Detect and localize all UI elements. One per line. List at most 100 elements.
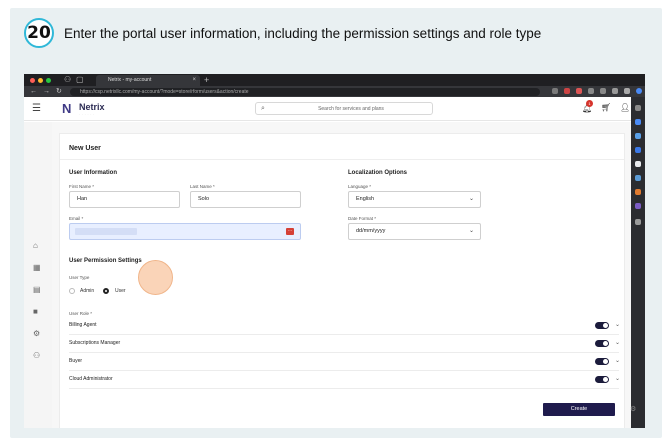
home-icon[interactable]: ⌂ [33,241,38,250]
admin-radio-label: Admin [80,288,95,294]
extension-icon[interactable] [600,88,606,94]
search-input[interactable] [276,103,426,114]
user-radio-label: User [115,288,126,294]
title-divider [60,159,624,160]
users-icon[interactable]: ⚇ [33,351,40,360]
side-extension-icon[interactable] [635,133,641,139]
browser-tab-bar: ⚇ ▢ Netrix - my-account × + [24,74,645,86]
extension-icon[interactable] [576,88,582,94]
bookmark-icon[interactable] [552,88,558,94]
role-toggle[interactable] [595,376,609,383]
user-role-label: User Role * [69,311,93,316]
cart-icon[interactable]: 🛒︎ [601,103,611,112]
settings-icon[interactable]: ⚙ [630,405,636,413]
autofill-icon[interactable]: ⋯ [286,228,294,235]
step-number: 20 [24,18,54,48]
tab-close-icon[interactable]: × [192,75,196,86]
user-type-label: User Type [69,275,90,280]
extension-icon[interactable] [588,88,594,94]
chevron-down-icon: ⌄ [468,196,474,202]
role-row: Buyer ⌄ [69,353,620,371]
back-icon[interactable]: ← [30,86,37,97]
url-field[interactable]: https://csp.netrixllc.com/my-account/?mo… [70,88,540,96]
new-tab-icon[interactable]: + [204,74,209,86]
menu-icon[interactable]: ☰ [32,103,41,115]
chrome-profile-icon[interactable] [636,88,642,94]
page-title: New User [69,145,101,152]
browser-tab[interactable]: Netrix - my-account × [96,75,200,86]
menu-dots-icon[interactable] [624,88,630,94]
user-radio[interactable] [103,288,109,294]
role-name: Billing Agent [69,322,97,328]
side-add-icon[interactable] [635,219,641,225]
language-label: Language * [348,184,372,189]
role-row: Cloud Administrator ⌄ [69,371,620,389]
first-name-label: First Name * [69,184,95,189]
date-format-label: Date Format * [348,216,377,221]
profile-icon[interactable]: ⚇ [64,75,71,85]
step-header: 20 Enter the portal user information, in… [24,18,541,48]
role-row: Billing Agent ⌄ [69,317,620,335]
role-toggle[interactable] [595,322,609,329]
side-extension-icon[interactable] [635,175,641,181]
side-extension-icon[interactable] [635,119,641,125]
settings-icon[interactable]: ⚙ [33,329,40,338]
browser-window: ⚇ ▢ Netrix - my-account × + ← → ↻ https:… [24,74,645,428]
email-field[interactable]: ⋯ [69,223,301,240]
email-redacted [75,228,137,235]
role-name: Subscriptions Manager [69,340,121,346]
first-name-field[interactable]: Han [69,191,180,208]
reload-icon[interactable]: ↻ [56,86,62,97]
side-extension-icon[interactable] [635,189,641,195]
tab-search-icon[interactable]: ▢ [76,75,84,85]
netrix-logo-icon: N [62,101,72,116]
side-extension-icon[interactable] [635,161,641,167]
search-box[interactable]: ⌕ [255,102,433,115]
chevron-down-icon: ⌄ [468,228,474,234]
create-button[interactable]: Create [543,403,615,416]
click-indicator [138,260,173,295]
role-toggle[interactable] [595,358,609,365]
role-name: Cloud Administrator [69,376,113,382]
notification-badge: 1 [586,100,593,107]
browser-address-bar: ← → ↻ https://csp.netrixllc.com/my-accou… [24,86,645,97]
brand-tagline: · · · · · · [79,112,95,116]
language-select[interactable]: English ⌄ [348,191,481,208]
date-format-select[interactable]: dd/mm/yyyy ⌄ [348,223,481,240]
side-search-icon[interactable] [635,105,641,111]
minimize-window-icon[interactable] [38,78,43,83]
chevron-down-icon[interactable]: ⌄ [615,339,620,346]
side-extension-icon[interactable] [635,147,641,153]
maximize-window-icon[interactable] [46,78,51,83]
forward-icon[interactable]: → [43,86,50,97]
localization-heading: Localization Options [348,170,408,176]
side-extension-icon[interactable] [635,203,641,209]
chevron-down-icon[interactable]: ⌄ [615,375,620,382]
tab-title: Netrix - my-account [108,77,152,83]
chevron-down-icon[interactable]: ⌄ [615,357,620,364]
grid-icon[interactable]: ▦ [33,263,41,272]
browser-side-panel [631,97,645,428]
briefcase-icon[interactable]: ■ [33,307,38,316]
step-instruction: Enter the portal user information, inclu… [64,25,542,41]
role-toggle[interactable] [595,340,609,347]
last-name-field[interactable]: Solo [190,191,301,208]
user-information-heading: User Information [69,170,118,176]
date-format-value: dd/mm/yyyy [356,228,386,234]
tutorial-frame: 20 Enter the portal user information, in… [10,8,662,438]
role-row: Subscriptions Manager ⌄ [69,335,620,353]
email-label: Email * [69,216,84,221]
extension-icon[interactable] [612,88,618,94]
role-name: Buyer [69,358,83,364]
extension-icon[interactable] [564,88,570,94]
user-icon[interactable]: 👤︎ [620,103,630,112]
document-icon[interactable]: ▤ [33,285,41,294]
last-name-label: Last Name * [190,184,215,189]
chevron-down-icon[interactable]: ⌄ [615,321,620,328]
close-window-icon[interactable] [30,78,35,83]
app-header: ☰ N Netrix · · · · · · ⌕ 🔔︎ 1 🛒︎ 👤︎ [24,97,631,121]
left-sidebar: ⌂ ▦ ▤ ■ ⚙ ⚇ [24,122,52,428]
permission-settings-heading: User Permission Settings [69,258,142,264]
language-value: English [356,196,375,202]
admin-radio[interactable] [69,288,75,294]
